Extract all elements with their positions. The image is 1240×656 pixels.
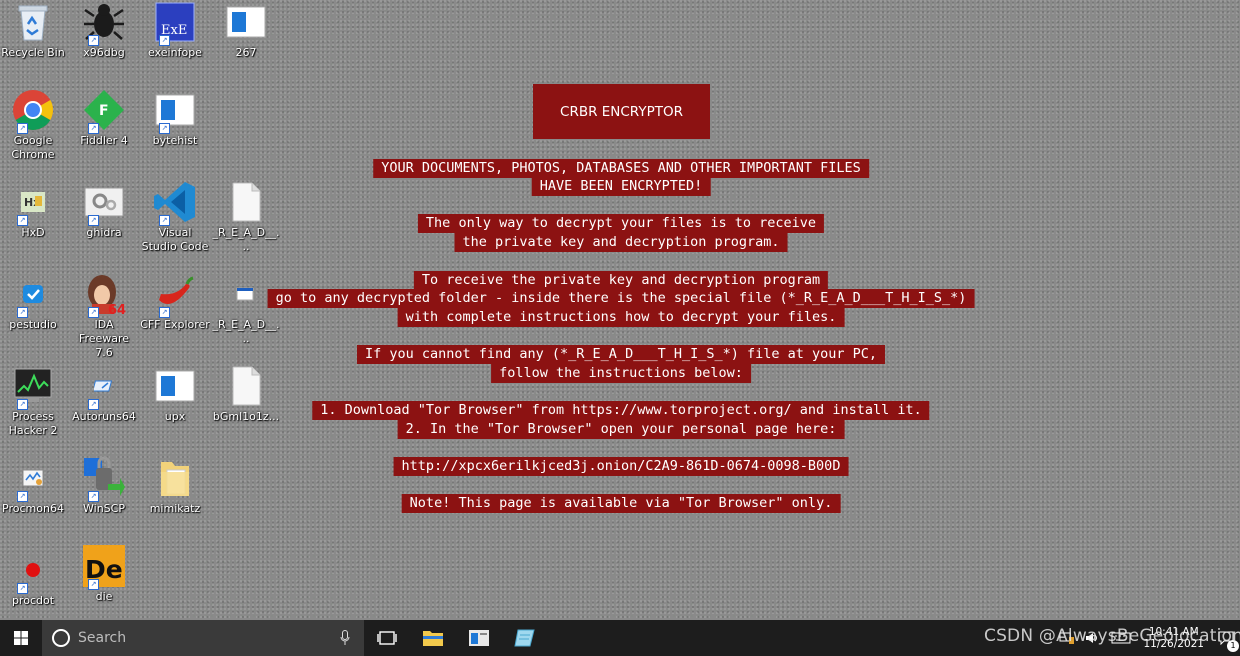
note-line: the private key and decryption program.	[454, 233, 788, 252]
watermark-text: CSDN @AlwaysBeGeolocation	[984, 626, 1240, 646]
microphone-icon[interactable]	[340, 630, 350, 646]
task-view-button[interactable]	[364, 620, 410, 656]
start-button[interactable]	[0, 620, 42, 656]
ransom-note: CRBR ENCRYPTOR YOUR DOCUMENTS, PHOTOS, D…	[0, 0, 1240, 620]
note-line: 2. In the "Tor Browser" open your person…	[397, 420, 845, 439]
file-explorer-button[interactable]	[410, 620, 456, 656]
note-line: Note! This page is available via "Tor Br…	[401, 494, 841, 513]
taskbar-app-button[interactable]	[456, 620, 502, 656]
note-line: with complete instructions how to decryp…	[397, 308, 845, 327]
search-placeholder: Search	[78, 630, 127, 646]
note-onion-url: http://xpcx6erilkjced3j.onion/C2A9-861D-…	[393, 457, 849, 476]
note-line: YOUR DOCUMENTS, PHOTOS, DATABASES AND OT…	[373, 159, 869, 178]
windows-logo-icon	[14, 631, 28, 645]
application-window-icon	[469, 630, 489, 646]
taskbar-app-button-2[interactable]	[502, 620, 548, 656]
search-input[interactable]: Search	[42, 620, 364, 656]
note-line: To receive the private key and decryptio…	[413, 271, 829, 290]
notepad-icon	[514, 629, 535, 647]
note-title: CRBR ENCRYPTOR	[533, 84, 710, 139]
note-line: 1. Download "Tor Browser" from https://w…	[312, 401, 930, 420]
note-line: follow the instructions below:	[491, 364, 751, 383]
cortana-icon	[52, 629, 70, 647]
task-view-icon	[377, 631, 397, 645]
note-line: The only way to decrypt your files is to…	[417, 214, 825, 233]
note-line: go to any decrypted folder - inside ther…	[267, 289, 975, 308]
folder-icon	[423, 631, 443, 646]
note-line: HAVE BEEN ENCRYPTED!	[531, 177, 711, 196]
note-line: If you cannot find any (*_R_E_A_D___T_H_…	[356, 345, 886, 364]
